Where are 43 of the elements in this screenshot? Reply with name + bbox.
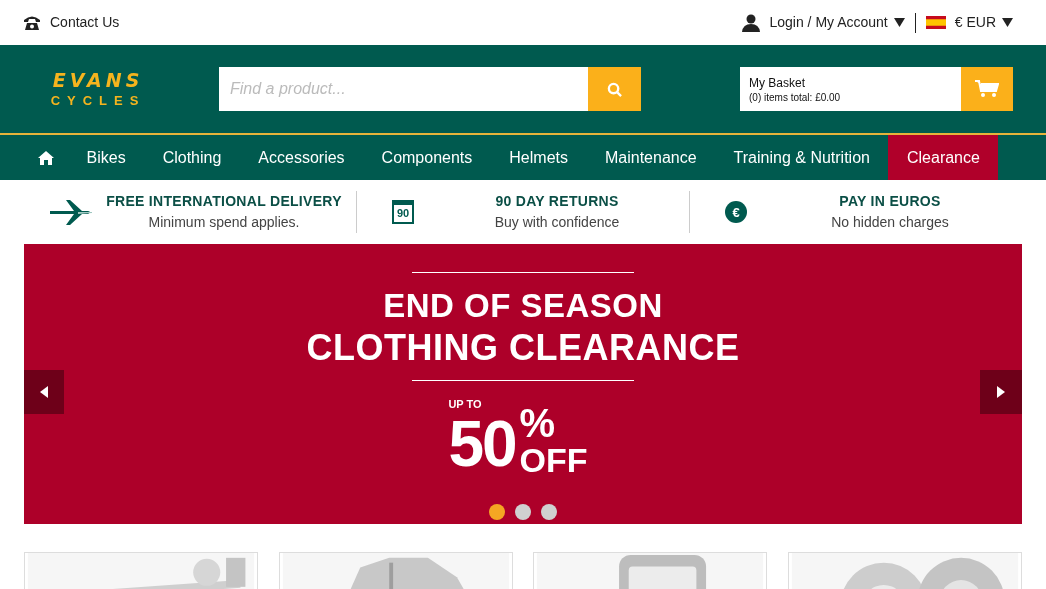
basket-summary[interactable]: My Basket (0) items total: £0.00 [740, 67, 961, 111]
nav-tab[interactable]: Accessories [239, 135, 364, 180]
feature-subtitle: Minimum spend applies. [148, 213, 300, 232]
banner-off: OFF [519, 443, 588, 477]
previous-slide-button[interactable] [24, 370, 64, 414]
next-slide-button[interactable] [980, 370, 1022, 414]
banner-heading: END OF SEASON [383, 289, 663, 322]
euro-icon: € [725, 201, 747, 223]
search-icon [607, 81, 622, 97]
cart-icon [975, 80, 999, 98]
logo[interactable]: EVANS CYCLES [28, 71, 168, 107]
banner-upto: UP TO [448, 399, 483, 410]
feature-title: 90 DAY RETURNS [495, 192, 619, 211]
right-arrow-icon [997, 386, 1005, 398]
nav-tab[interactable]: Helmets [490, 135, 587, 180]
search-field[interactable]: Find a product... [219, 67, 588, 111]
left-arrow-icon [40, 386, 48, 398]
basket-total: (0) items total: £0.00 [749, 93, 842, 103]
nav-tab[interactable]: Training & Nutrition [715, 135, 889, 180]
spain-flag-icon [925, 16, 946, 29]
airplane-icon [48, 198, 92, 226]
nav-tab[interactable]: Maintenance [586, 135, 716, 180]
calendar-icon: 90 [392, 200, 414, 224]
basket-title: My Basket [749, 77, 806, 89]
account-link[interactable]: Login / My Account [769, 12, 888, 33]
contact-link[interactable]: Contact Us [50, 12, 120, 33]
feature-title: PAY IN EUROS [839, 192, 941, 211]
user-icon [742, 13, 761, 32]
nav-tab[interactable]: Bikes [68, 135, 145, 180]
currency-selector[interactable]: € EUR [954, 12, 996, 33]
banner-heading: CLOTHING CLEARANCE [306, 330, 740, 366]
banner-amount: 50 [448, 412, 516, 476]
nav-tab[interactable]: Clearance [888, 135, 999, 180]
feature-subtitle: No hidden charges [831, 213, 949, 232]
caret-icon[interactable] [893, 18, 905, 27]
home-icon [38, 150, 54, 165]
banner-percent: % [519, 403, 557, 443]
caret-icon[interactable] [1002, 18, 1013, 27]
feature-title: FREE INTERNATIONAL DELIVERY [106, 192, 342, 211]
nav-tab[interactable]: Clothing [144, 135, 240, 180]
nav-tab[interactable]: Components [363, 135, 491, 180]
feature-subtitle: Buy with confidence [494, 213, 620, 232]
telephone-icon [23, 14, 41, 31]
